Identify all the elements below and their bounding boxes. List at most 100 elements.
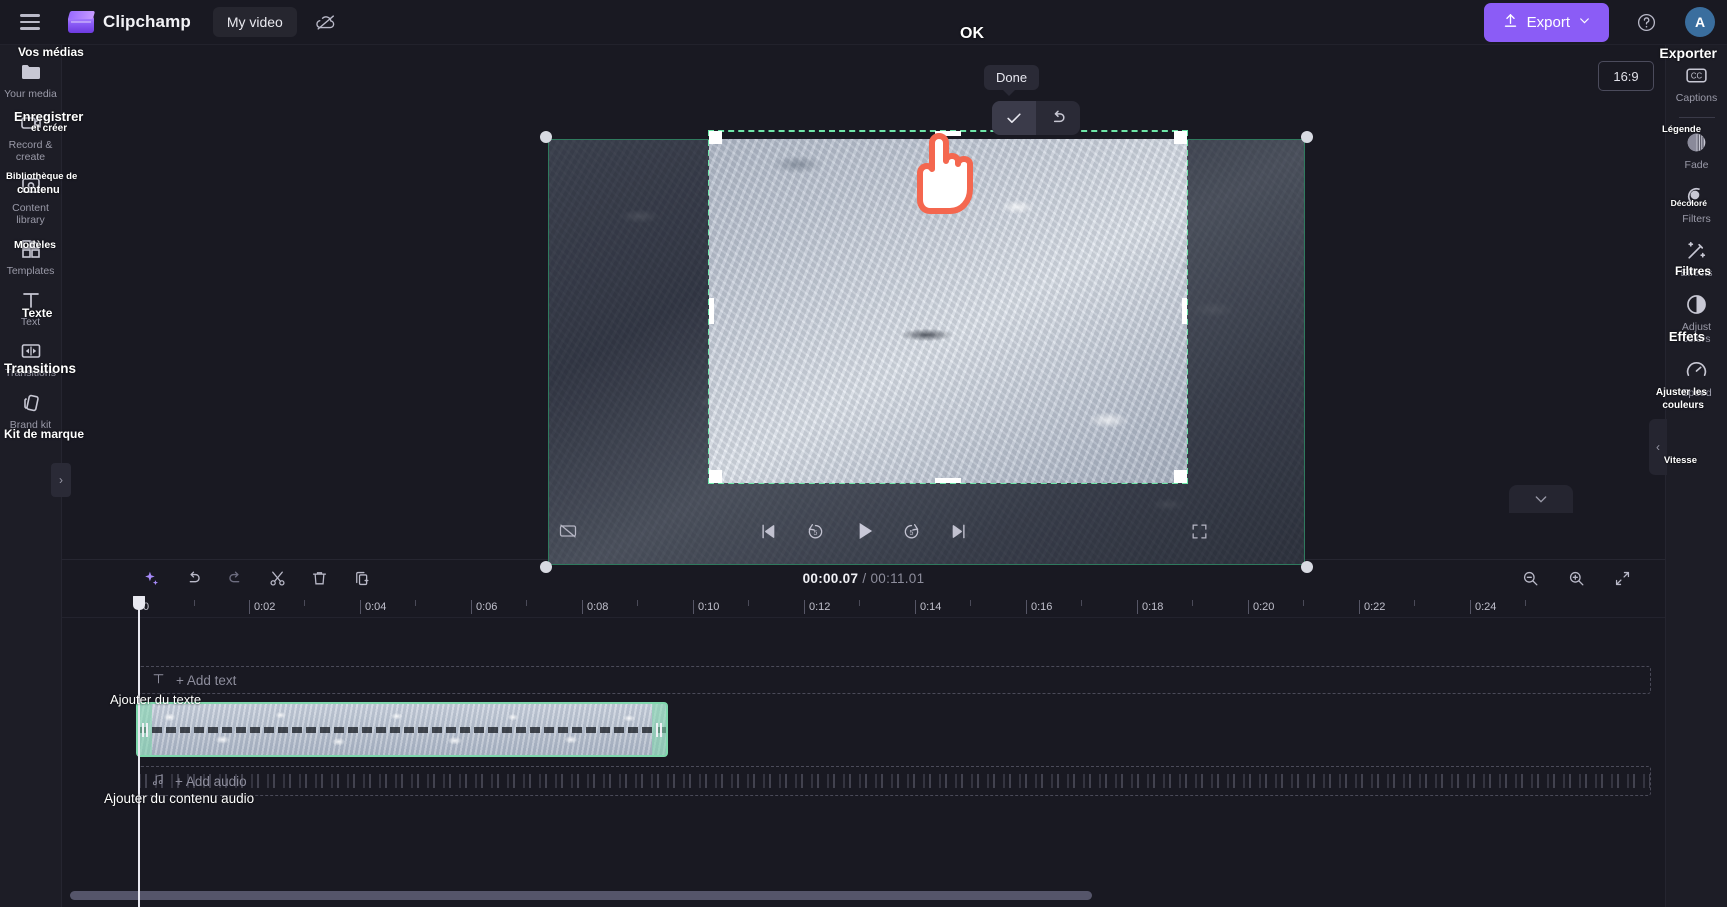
crop-handle-right[interactable] bbox=[1182, 298, 1187, 324]
fullscreen-icon[interactable] bbox=[1185, 517, 1213, 545]
timeline-ruler[interactable]: 0 0:02 0:04 0:06 0:08 0:10 0:12 0:14 0:1… bbox=[62, 596, 1665, 618]
clipchamp-logo-icon bbox=[67, 11, 96, 33]
right-rail: 16:9 CC Captions Fade Filters Effects Ad… bbox=[1598, 45, 1727, 907]
brand: Clipchamp bbox=[67, 11, 191, 33]
crop-handle-bottom-left[interactable] bbox=[709, 470, 722, 483]
project-name-field[interactable]: My video bbox=[212, 7, 297, 37]
sidebar-item-your-media[interactable]: Your media bbox=[2, 53, 60, 104]
timeline-clip[interactable] bbox=[136, 702, 668, 757]
question-circle-icon[interactable] bbox=[1629, 5, 1663, 39]
skip-next-icon[interactable] bbox=[946, 517, 974, 545]
sidebar-label: Record & create bbox=[8, 139, 53, 164]
sidebar-item-content-library[interactable]: Content library bbox=[2, 167, 60, 230]
checkmark-icon[interactable] bbox=[992, 101, 1036, 135]
top-bar: Clipchamp My video Export A bbox=[0, 0, 1727, 44]
add-audio-label: + Add audio bbox=[175, 773, 247, 789]
sidebar-label: Content library bbox=[12, 202, 49, 227]
chevron-right-icon[interactable]: › bbox=[51, 463, 71, 497]
ruler-label: 0:20 bbox=[1253, 601, 1275, 613]
rewind-5-icon[interactable]: 5 bbox=[802, 517, 830, 545]
crop-handle-left[interactable] bbox=[709, 298, 714, 324]
sidebar-label: Templates bbox=[6, 265, 55, 278]
rail-divider bbox=[1678, 117, 1715, 119]
scissors-icon[interactable] bbox=[264, 565, 290, 591]
export-label: Export bbox=[1526, 13, 1570, 31]
selection-handle-bottom-right[interactable] bbox=[1301, 561, 1313, 573]
property-item-speed[interactable]: Speed bbox=[1668, 350, 1726, 404]
timecode-display: 00:00.07 / 00:11.01 bbox=[62, 571, 1665, 586]
adjust-colors-icon bbox=[1684, 291, 1710, 317]
sidebar-item-text[interactable]: Text bbox=[2, 281, 60, 332]
ruler-label: 0:24 bbox=[1475, 601, 1497, 613]
undo-icon[interactable] bbox=[180, 565, 206, 591]
left-rail: Your media Record & create Content libra… bbox=[0, 45, 71, 907]
done-tooltip: Done bbox=[984, 65, 1040, 96]
duplicate-icon[interactable] bbox=[348, 565, 374, 591]
skip-previous-icon[interactable] bbox=[754, 517, 782, 545]
clip-trim-handle-right[interactable] bbox=[652, 704, 666, 755]
play-icon[interactable] bbox=[850, 517, 878, 545]
clipchamp-editor: Clipchamp My video Export A Your media R… bbox=[0, 0, 1727, 907]
crop-handle-bottom-right[interactable] bbox=[1174, 470, 1187, 483]
text-t-icon bbox=[151, 671, 166, 689]
ruler-label: 0:14 bbox=[920, 601, 942, 613]
filters-icon bbox=[1684, 183, 1710, 209]
upload-icon bbox=[1502, 12, 1519, 33]
crop-confirm-toolbar bbox=[992, 101, 1080, 135]
property-item-adjust-colors[interactable]: Adjust colors bbox=[1668, 284, 1726, 350]
scrollbar-thumb[interactable] bbox=[70, 891, 1092, 900]
chevron-left-icon[interactable]: ‹ bbox=[1649, 419, 1667, 475]
selection-handle-top-right[interactable] bbox=[1301, 131, 1313, 143]
hamburger-icon[interactable] bbox=[12, 4, 48, 40]
chevron-down-icon bbox=[1578, 14, 1591, 31]
clip-trim-handle-left[interactable] bbox=[138, 704, 152, 755]
fade-circle-icon bbox=[1684, 129, 1710, 155]
avatar[interactable]: A bbox=[1685, 7, 1715, 37]
sidebar-item-record-create[interactable]: Record & create bbox=[2, 104, 60, 167]
fit-to-screen-icon[interactable] bbox=[1609, 565, 1635, 591]
ai-sparkle-icon[interactable] bbox=[138, 565, 164, 591]
playhead[interactable] bbox=[133, 596, 145, 907]
total-time: 00:11.01 bbox=[870, 570, 925, 586]
collapse-preview-chevron-down-icon[interactable] bbox=[1509, 485, 1573, 513]
preview-stage: Done bbox=[62, 45, 1665, 573]
transitions-icon bbox=[18, 338, 44, 364]
crop-handle-bottom[interactable] bbox=[935, 478, 961, 483]
zoom-out-icon[interactable] bbox=[1517, 565, 1543, 591]
crop-handle-top-left[interactable] bbox=[709, 131, 722, 144]
ruler-label: 0:18 bbox=[1142, 601, 1164, 613]
library-icon bbox=[18, 173, 44, 199]
property-item-effects[interactable]: Effects bbox=[1668, 230, 1726, 284]
timeline-scrollbar[interactable] bbox=[62, 887, 1665, 903]
export-button[interactable]: Export bbox=[1483, 2, 1609, 42]
sidebar-label: Brand kit bbox=[9, 418, 52, 431]
crop-handle-top-right[interactable] bbox=[1174, 131, 1187, 144]
sidebar-label: Transitions bbox=[5, 367, 56, 380]
property-item-filters[interactable]: Filters bbox=[1668, 176, 1726, 230]
ruler-label: 0:22 bbox=[1364, 601, 1386, 613]
property-item-fade[interactable]: Fade bbox=[1668, 122, 1726, 176]
editor-body: Your media Record & create Content libra… bbox=[0, 25, 1727, 907]
add-audio-track[interactable]: + Add audio bbox=[138, 766, 1651, 796]
sidebar-item-transitions[interactable]: Transitions bbox=[2, 332, 60, 383]
effects-wand-icon bbox=[1684, 237, 1710, 263]
pointing-hand-cursor bbox=[910, 127, 978, 217]
cloud-off-icon[interactable] bbox=[309, 5, 343, 39]
aspect-ratio-selector[interactable]: 16:9 bbox=[1598, 61, 1654, 91]
selection-handle-bottom-left[interactable] bbox=[540, 561, 552, 573]
redo-icon[interactable] bbox=[222, 565, 248, 591]
speed-icon bbox=[1684, 357, 1710, 383]
timeline-panel: 00:00.07 / 00:11.01 0 0:02 0:04 0:06 0:0… bbox=[62, 559, 1665, 907]
undo-arrow-icon[interactable] bbox=[1036, 101, 1080, 135]
timeline-body[interactable]: 0 0:02 0:04 0:06 0:08 0:10 0:12 0:14 0:1… bbox=[62, 596, 1665, 907]
sidebar-item-brand-kit[interactable]: Brand kit bbox=[2, 384, 60, 435]
sidebar-item-templates[interactable]: Templates bbox=[2, 230, 60, 281]
trash-icon[interactable] bbox=[306, 565, 332, 591]
zoom-in-icon[interactable] bbox=[1563, 565, 1589, 591]
timeline-toolbar: 00:00.07 / 00:11.01 bbox=[62, 560, 1665, 596]
add-text-track[interactable]: + Add text bbox=[138, 666, 1651, 694]
brand-kit-icon bbox=[18, 390, 44, 416]
selection-handle-top-left[interactable] bbox=[540, 131, 552, 143]
forward-5-icon[interactable]: 5 bbox=[898, 517, 926, 545]
property-item-captions[interactable]: CC Captions bbox=[1668, 55, 1726, 109]
